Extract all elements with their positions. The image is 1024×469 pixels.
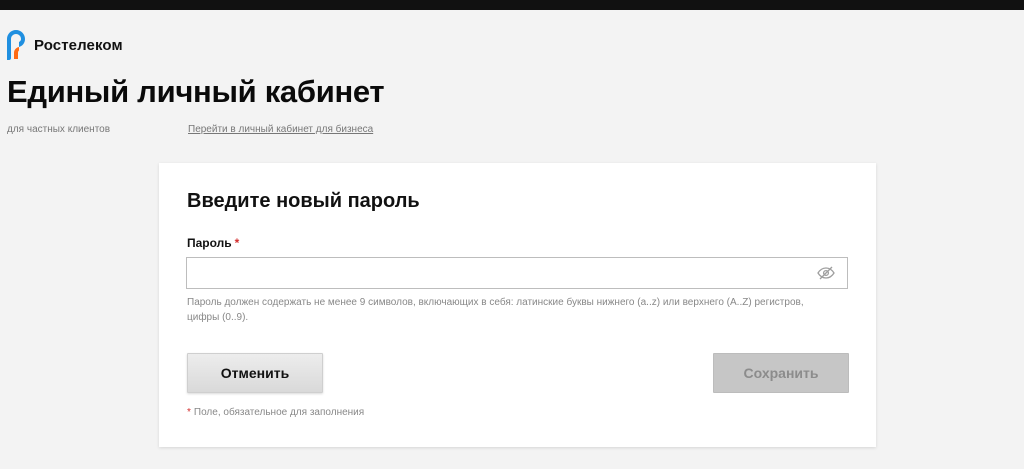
page-title: Единый личный кабинет bbox=[7, 74, 385, 109]
new-password-card: Введите новый пароль Пароль * Пароль долж… bbox=[159, 163, 876, 447]
required-note: * Поле, обязательное для заполнения bbox=[187, 407, 364, 418]
password-label-text: Пароль bbox=[187, 236, 232, 250]
eye-slash-icon[interactable] bbox=[816, 265, 836, 281]
required-star: * bbox=[234, 236, 240, 250]
top-bar bbox=[0, 0, 1024, 10]
rostelecom-logo-icon bbox=[7, 30, 25, 60]
business-cabinet-link[interactable]: Перейти в личный кабинет для бизнеса bbox=[188, 124, 373, 135]
brand-name: Ростелеком bbox=[34, 36, 123, 54]
cancel-button[interactable]: Отменить bbox=[187, 353, 323, 393]
required-note-star: * bbox=[187, 407, 191, 418]
required-note-text: Поле, обязательное для заполнения bbox=[193, 407, 365, 418]
password-input[interactable] bbox=[186, 257, 848, 289]
password-label: Пароль * bbox=[187, 236, 239, 250]
page-subtitle: для частных клиентов bbox=[7, 124, 111, 135]
form-title: Введите новый пароль bbox=[187, 190, 420, 212]
brand-logo[interactable]: Ростелеком bbox=[6, 29, 123, 61]
password-hint: Пароль должен содержать не менее 9 симво… bbox=[187, 297, 804, 323]
save-button[interactable]: Сохранить bbox=[713, 353, 849, 393]
